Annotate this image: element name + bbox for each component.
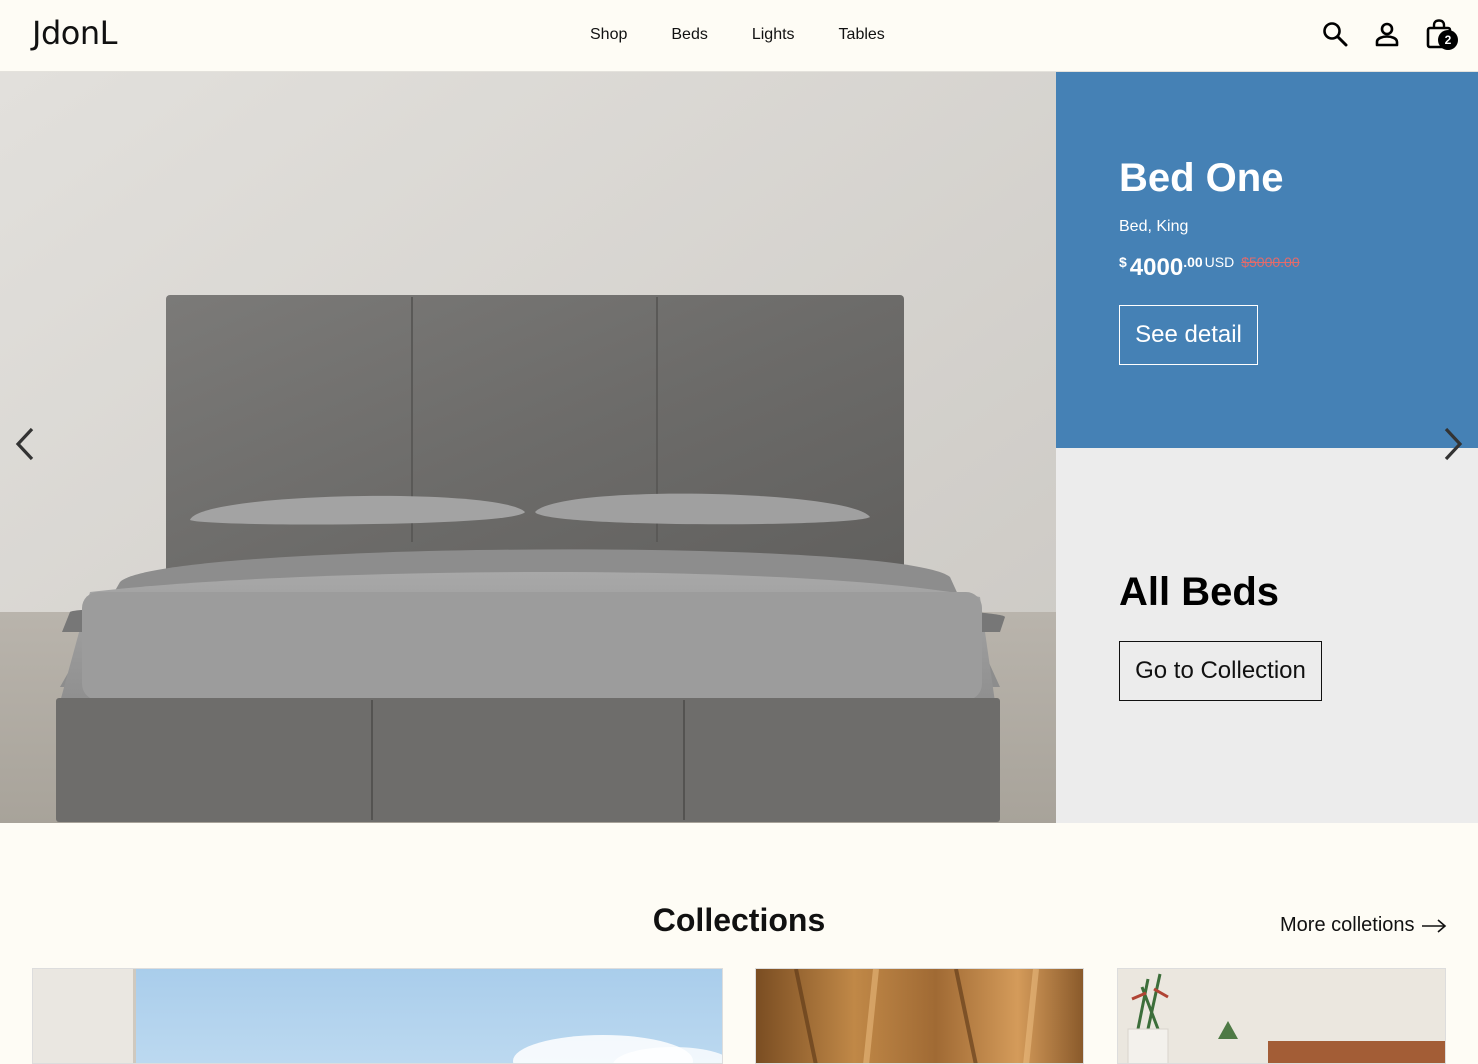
carousel-prev-arrow-icon[interactable] xyxy=(10,424,40,464)
brand-logo[interactable]: JdonL xyxy=(32,14,117,52)
site-header: JdonL Shop Beds Lights Tables 2 xyxy=(0,0,1478,72)
collection-tile-plants[interactable] xyxy=(1117,968,1446,1064)
nav-item-tables[interactable]: Tables xyxy=(817,24,907,46)
price-currency-symbol: $ xyxy=(1119,254,1127,270)
header-actions: 2 xyxy=(1320,18,1458,50)
price-original: $5000.00 xyxy=(1241,254,1300,270)
nav-item-shop[interactable]: Shop xyxy=(568,24,649,46)
price-integer: 4000 xyxy=(1129,254,1184,281)
price-currency-code: USD xyxy=(1204,254,1235,270)
see-detail-button[interactable]: See detail xyxy=(1119,305,1258,365)
product-price: $ 4000 .00 USD $5000.00 xyxy=(1119,252,1300,282)
nav-item-beds[interactable]: Beds xyxy=(649,24,729,46)
product-promo-card: Bed One Bed, King $ 4000 .00 USD $5000.0… xyxy=(1056,72,1478,448)
hero-bed-image xyxy=(0,72,1056,823)
all-beds-card: All Beds Go to Collection xyxy=(1056,448,1478,823)
collection-tile-window[interactable] xyxy=(32,968,723,1064)
price-decimal: .00 xyxy=(1183,254,1203,270)
collection-tile-glassware[interactable] xyxy=(755,968,1084,1064)
user-icon[interactable] xyxy=(1372,18,1402,50)
nav-item-lights[interactable]: Lights xyxy=(730,24,817,46)
more-collections-link[interactable]: More colletions xyxy=(1280,914,1447,937)
carousel-next-arrow-icon[interactable] xyxy=(1438,424,1468,464)
product-title: Bed One xyxy=(1119,156,1284,200)
arrow-right-icon xyxy=(1421,918,1446,933)
collections-heading: Collections xyxy=(652,902,826,938)
go-to-collection-button[interactable]: Go to Collection xyxy=(1119,641,1322,701)
shopping-bag-icon[interactable]: 2 xyxy=(1424,18,1458,50)
more-collections-label: More colletions xyxy=(1280,914,1415,936)
hero-carousel: Bed One Bed, King $ 4000 .00 USD $5000.0… xyxy=(0,72,1478,823)
collection-title: All Beds xyxy=(1119,570,1280,614)
cart-count-badge: 2 xyxy=(1438,30,1458,50)
product-subtitle: Bed, King xyxy=(1119,218,1189,235)
main-nav: Shop Beds Lights Tables xyxy=(568,24,907,46)
search-icon[interactable] xyxy=(1320,18,1350,50)
